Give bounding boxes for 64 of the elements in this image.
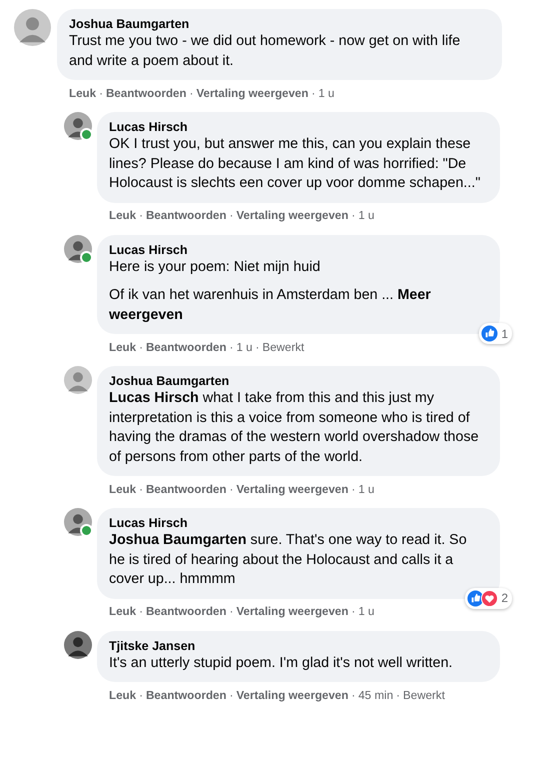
like-icon [481,325,498,342]
separator-dot: · [138,209,144,222]
action-link[interactable]: Beantwoorden [106,86,186,100]
reaction-count: 2 [501,591,508,605]
separator-dot: · [98,86,104,100]
separator-dot: · [138,340,144,354]
comment-text: OK I trust you, but answer me this, can you explain these lines? Please do because I am kind of was horrified: "De Holocaust is slechts een cover up voor domme schapen..." [109,135,482,193]
comment-text: Trust me you two - we did out homework - now get on with life and write a poem about it. [69,32,462,70]
separator-dot: · [228,340,234,354]
author-name[interactable]: Joshua Baumgarten [109,374,482,388]
comment-text: Lucas Hirsch what I take from this and this just my interpretation is this a voice from someone who is tired of having the dramas of the western world overshadow those of persons from other parts of the world. [109,389,480,466]
action-link[interactable]: Leuk [109,340,136,354]
meta-text: 1 u [358,605,374,618]
meta-text: 1 u [358,209,374,222]
action-link[interactable]: Beantwoorden [146,340,226,354]
action-link[interactable]: Vertaling weergeven [196,86,308,100]
separator-dot: · [138,482,144,496]
separator-dot: · [350,482,356,496]
action-link[interactable]: Leuk [109,209,136,222]
separator-dot: · [310,86,316,100]
separator-dot: · [395,688,402,702]
separator-dot: · [138,605,144,618]
action-link[interactable]: Beantwoorden [146,605,226,618]
meta-text: 1 u [236,340,252,354]
separator-dot: · [188,86,194,100]
action-link[interactable]: Beantwoorden [146,209,226,222]
comment-text: Joshua Baumgarten sure. That's one way to read it. So he is tired of hearing about the Holocaust and calls it a cover up... hmmmm [109,531,468,589]
like-icon [467,590,484,606]
author-name[interactable]: Lucas Hirsch [109,120,482,134]
separator-dot: · [350,605,356,618]
meta-text: 1 u [318,86,334,100]
action-link[interactable]: Beantwoorden [146,688,226,702]
meta-text: Bewerkt [403,688,445,702]
separator-dot: · [228,605,234,618]
separator-dot: · [138,688,144,702]
reaction-badge[interactable]: 2 [465,588,512,608]
meta-text: Bewerkt [262,340,304,354]
avatar[interactable] [64,630,92,658]
separator-dot: · [350,688,356,702]
author-name[interactable]: Lucas Hirsch [109,242,482,256]
action-link[interactable]: Leuk [109,605,136,618]
author-name[interactable]: Joshua Baumgarten [69,17,484,31]
separator-dot: · [228,482,234,496]
reaction-badge[interactable]: 1 [479,323,512,344]
comment-text: Here is your poem: Niet mijn huid [109,258,322,276]
action-link[interactable]: Vertaling weergeven [236,605,348,618]
action-link[interactable]: Leuk [69,86,96,100]
comment-text: It's an utterly stupid poem. I'm glad it's not well written. [109,654,454,672]
reaction-count: 1 [501,326,508,340]
separator-dot: · [228,209,234,222]
action-link[interactable]: Leuk [109,482,136,496]
meta-text: 1 u [358,482,374,496]
action-link[interactable]: Vertaling weergeven [236,482,348,496]
action-link[interactable]: Beantwoorden [146,482,226,496]
separator-dot: · [254,340,260,354]
action-link[interactable]: Vertaling weergeven [236,688,348,702]
author-name[interactable]: Lucas Hirsch [109,516,482,530]
author-name[interactable]: Tjitske Jansen [109,638,482,652]
separator-dot: · [228,688,234,702]
action-link[interactable]: Leuk [109,688,136,702]
action-link[interactable]: Vertaling weergeven [236,209,348,222]
meta-text: 45 min [358,688,394,702]
separator-dot: · [350,209,356,222]
comment-text: Of ik van het warenhuis in Amsterdam ben ... Meer weergeven [109,286,432,324]
